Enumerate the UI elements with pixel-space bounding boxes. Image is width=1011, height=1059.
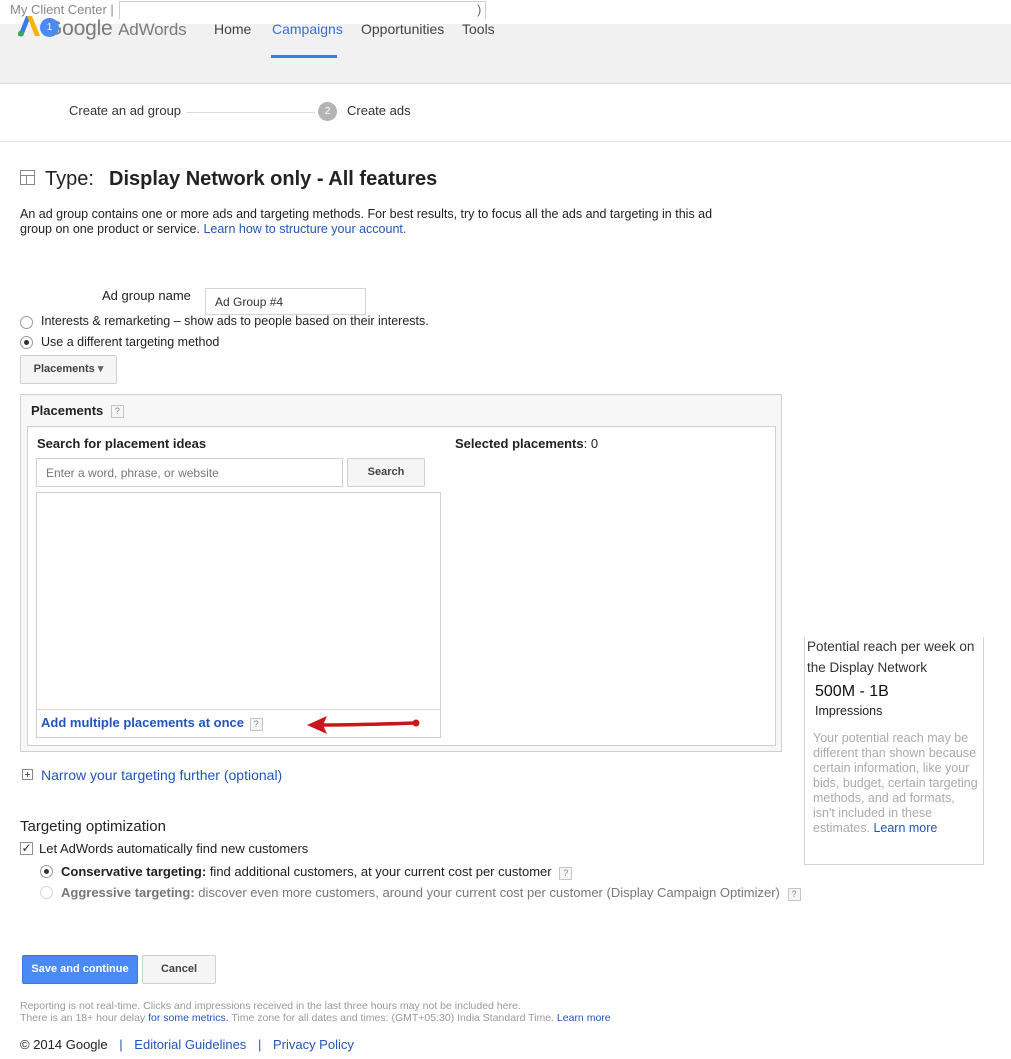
- panel-title-text: Placements: [31, 403, 104, 418]
- campaign-type-title: Display Network only - All features: [109, 168, 438, 190]
- step-1-label: Create an ad group: [69, 103, 182, 118]
- selected-label: Selected placements: [455, 436, 584, 451]
- narrow-targeting-link[interactable]: Narrow your targeting further (optional): [41, 767, 282, 783]
- ad-group-name-label: Ad group name: [102, 288, 191, 303]
- copyright-text: © 2014 Google: [20, 1037, 108, 1052]
- aggressive-targeting-label: Aggressive targeting: discover even more…: [61, 885, 801, 901]
- targeting-method-dropdown[interactable]: Placements ▾: [20, 355, 117, 384]
- help-icon[interactable]: ?: [249, 718, 263, 731]
- footer-separator: |: [257, 1037, 262, 1052]
- potential-reach-title: Potential reach per week on the Display …: [807, 639, 975, 675]
- interests-remarketing-label: Interests & remarketing – show ads to pe…: [41, 314, 429, 328]
- placement-search-input[interactable]: [36, 458, 343, 487]
- help-icon[interactable]: ?: [110, 405, 124, 418]
- potential-reach-unit: Impressions: [815, 704, 883, 718]
- help-icon[interactable]: ?: [787, 888, 801, 901]
- radio-conservative-targeting[interactable]: [40, 865, 53, 878]
- some-metrics-link[interactable]: for some metrics.: [148, 1012, 229, 1024]
- add-multiple-placements: Add multiple placements at once ?: [41, 715, 263, 731]
- reach-note-text: Your potential reach may be different th…: [813, 731, 978, 835]
- chevron-down-icon: ▾: [97, 363, 104, 375]
- save-and-continue-button[interactable]: Save and continue: [22, 955, 138, 984]
- expand-plus-icon[interactable]: [22, 769, 33, 780]
- radio-aggressive-targeting[interactable]: [40, 886, 53, 899]
- placement-results-list[interactable]: [36, 492, 441, 738]
- step-2-badge: 2: [318, 102, 337, 121]
- search-button[interactable]: Search: [347, 458, 425, 487]
- conservative-text: find additional customers, at your curre…: [206, 864, 552, 879]
- footnote-learn-more-link[interactable]: Learn more: [557, 1012, 611, 1024]
- conservative-targeting-label: Conservative targeting: find additional …: [61, 864, 573, 880]
- dropdown-label: Placements: [33, 363, 95, 375]
- editorial-guidelines-link[interactable]: Editorial Guidelines: [134, 1037, 246, 1052]
- search-placements-heading: Search for placement ideas: [37, 436, 207, 451]
- add-multiple-placements-link[interactable]: Add multiple placements at once: [41, 715, 244, 730]
- ad-group-description: An ad group contains one or more ads and…: [20, 207, 720, 237]
- nav-home[interactable]: Home: [214, 21, 251, 37]
- potential-reach-value: 500M - 1B: [815, 683, 889, 700]
- footnote-timezone: Time zone for all dates and times: (GMT+…: [228, 1012, 557, 1024]
- footnote-text: There is an 18+ hour delay: [20, 1012, 149, 1024]
- ad-group-name-input[interactable]: [205, 288, 366, 315]
- privacy-policy-link[interactable]: Privacy Policy: [273, 1037, 354, 1052]
- annotation-arrow-icon: [307, 716, 420, 734]
- structure-account-link[interactable]: Learn how to structure your account.: [203, 222, 406, 236]
- footnote-line-1: Reporting is not real-time. Clicks and i…: [20, 1000, 521, 1012]
- display-network-icon: [20, 170, 35, 185]
- conservative-bold: Conservative targeting:: [61, 864, 207, 879]
- aggressive-bold: Aggressive targeting:: [61, 885, 195, 900]
- cancel-button[interactable]: Cancel: [142, 955, 216, 984]
- placements-panel-title: Placements ?: [31, 403, 124, 418]
- step-1-badge: 1: [40, 18, 59, 37]
- selected-count: : 0: [583, 436, 599, 451]
- brand-product: AdWords: [118, 20, 187, 39]
- adwords-logo-text[interactable]: Google AdWords: [46, 17, 187, 41]
- auto-find-customers-label: Let AdWords automatically find new custo…: [39, 841, 309, 856]
- step-connector: [187, 112, 315, 113]
- footnote-line-2: There is an 18+ hour delay for some metr…: [20, 1012, 611, 1024]
- nav-tools[interactable]: Tools: [462, 21, 495, 37]
- results-divider: [37, 709, 440, 710]
- active-nav-indicator: [271, 55, 337, 58]
- different-method-label: Use a different targeting method: [41, 335, 220, 349]
- reporting-footnote: Reporting is not real-time. Clicks and i…: [20, 1000, 611, 1024]
- targeting-optimization-title: Targeting optimization: [20, 818, 166, 835]
- client-close-paren: ): [477, 2, 482, 17]
- selected-placements-heading: Selected placements: 0: [455, 436, 598, 451]
- adwords-logo-icon[interactable]: [18, 15, 40, 37]
- nav-campaigns[interactable]: Campaigns: [272, 21, 343, 37]
- nav-opportunities[interactable]: Opportunities: [361, 21, 444, 37]
- footer-separator: |: [119, 1037, 123, 1052]
- radio-interests-remarketing[interactable]: [20, 316, 33, 329]
- potential-reach-note: Your potential reach may be different th…: [813, 731, 978, 836]
- page-footer: © 2014 Google | Editorial Guidelines | P…: [20, 1037, 354, 1052]
- type-prefix: Type:: [45, 168, 94, 190]
- auto-find-customers-checkbox[interactable]: ✓: [20, 842, 33, 855]
- aggressive-text: discover even more customers, around you…: [194, 885, 780, 900]
- radio-different-method[interactable]: [20, 336, 33, 349]
- reach-learn-more-link[interactable]: Learn more: [873, 821, 937, 835]
- help-icon[interactable]: ?: [559, 867, 573, 880]
- step-2-label: Create ads: [347, 103, 411, 118]
